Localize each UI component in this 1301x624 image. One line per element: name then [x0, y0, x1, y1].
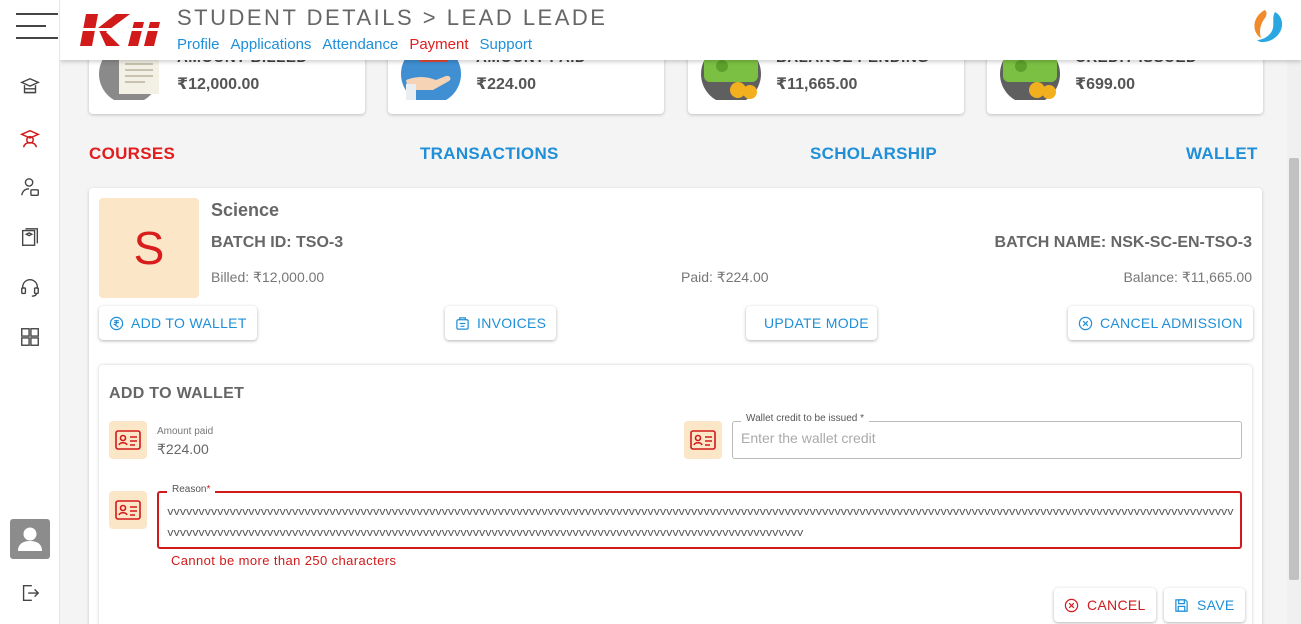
top-header: STUDENT DETAILS > LEAD LEADE Profile App…: [60, 0, 1301, 60]
wallet-form-title: ADD TO WALLET: [109, 385, 245, 402]
nav-support[interactable]: Support: [480, 36, 533, 53]
nav-profile[interactable]: Profile: [177, 36, 220, 53]
person-icon[interactable]: [19, 176, 41, 198]
sidebar: [0, 0, 60, 624]
course-avatar: S: [99, 198, 199, 298]
wallet-credit-label: Wallet credit to be issued *: [741, 413, 870, 424]
avatar[interactable]: [10, 519, 50, 559]
wallet-credit-input[interactable]: [741, 430, 1221, 446]
courses-icon[interactable]: [19, 226, 41, 248]
update-mode-label: UPDATE MODE: [764, 315, 869, 331]
batch-id: BATCH ID: TSO-3: [211, 234, 344, 251]
kii-logo: [76, 14, 166, 46]
invoice-icon: [456, 316, 469, 330]
cancel-label: CANCEL: [1087, 597, 1146, 613]
id-card-icon: [684, 421, 722, 459]
brand-logo: [1254, 10, 1283, 43]
wallet-credit-field[interactable]: Wallet credit to be issued *: [732, 413, 1242, 459]
tab-courses[interactable]: COURSES: [89, 144, 175, 164]
page-title: STUDENT DETAILS > LEAD LEADE: [177, 5, 608, 30]
user-icon: [18, 527, 42, 551]
dashboard-icon[interactable]: [19, 326, 41, 348]
paid-amount: Paid: ₹224.00: [681, 269, 769, 285]
save-button[interactable]: SAVE: [1164, 588, 1245, 622]
save-icon: [1175, 598, 1188, 612]
scrollbar-thumb[interactable]: [1289, 158, 1299, 580]
cancel-admission-label: CANCEL ADMISSION: [1100, 315, 1243, 331]
course-card: S Science BATCH ID: TSO-3 BATCH NAME: NS…: [89, 188, 1262, 624]
nav-applications[interactable]: Applications: [231, 36, 312, 53]
tab-transactions[interactable]: TRANSACTIONS: [420, 144, 559, 164]
reason-error-message: Cannot be more than 250 characters: [171, 553, 397, 568]
nav-payment[interactable]: Payment: [409, 36, 468, 53]
nav-attendance[interactable]: Attendance: [322, 36, 398, 53]
cancel-circle-icon: [1064, 598, 1079, 612]
logout-icon[interactable]: [19, 582, 41, 604]
student-nav: Profile Applications Attendance Payment …: [177, 36, 532, 53]
student-icon[interactable]: [19, 127, 41, 149]
cancel-admission-button[interactable]: CANCEL ADMISSION: [1068, 306, 1253, 340]
stat-value: ₹699.00: [1075, 76, 1136, 93]
stat-value: ₹11,665.00: [776, 76, 858, 93]
reason-field[interactable]: Reason* vvvvvvvvvvvvvvvvvvvvvvvvvvvvvvvv…: [157, 484, 1242, 549]
amount-paid-value: ₹224.00: [157, 441, 209, 457]
amount-paid-label: Amount paid: [157, 426, 214, 437]
add-to-wallet-label: ADD TO WALLET: [131, 315, 247, 331]
stat-value: ₹12,000.00: [177, 76, 260, 93]
add-to-wallet-form: ADD TO WALLET Amount paid ₹224.00 Wallet…: [99, 365, 1252, 624]
balance-amount: Balance: ₹11,665.00: [1123, 269, 1252, 285]
headset-icon[interactable]: [19, 276, 41, 298]
save-label: SAVE: [1197, 597, 1235, 613]
hamburger-menu-icon[interactable]: [16, 13, 58, 41]
id-card-icon: [109, 421, 147, 459]
cancel-button[interactable]: CANCEL: [1054, 588, 1156, 622]
id-card-icon: [109, 491, 147, 529]
rupee-circle-icon: [109, 316, 124, 330]
invoices-label: INVOICES: [477, 315, 547, 331]
graduation-icon[interactable]: [19, 76, 41, 98]
course-name: Science: [211, 200, 280, 220]
batch-name: BATCH NAME: NSK-SC-EN-TSO-3: [994, 234, 1252, 251]
cancel-circle-icon: [1078, 316, 1093, 330]
invoices-button[interactable]: INVOICES: [445, 306, 557, 340]
reason-textarea[interactable]: vvvvvvvvvvvvvvvvvvvvvvvvvvvvvvvvvvvvvvvv…: [167, 503, 1237, 545]
stat-value: ₹224.00: [476, 76, 537, 93]
tab-wallet[interactable]: WALLET: [1186, 144, 1258, 164]
update-mode-button[interactable]: UPDATE MODE: [746, 306, 877, 340]
tab-scholarship[interactable]: SCHOLARSHIP: [810, 144, 937, 164]
billed-amount: Billed: ₹12,000.00: [211, 269, 325, 285]
reason-label: Reason*: [167, 484, 216, 495]
add-to-wallet-button[interactable]: ADD TO WALLET: [99, 306, 257, 340]
